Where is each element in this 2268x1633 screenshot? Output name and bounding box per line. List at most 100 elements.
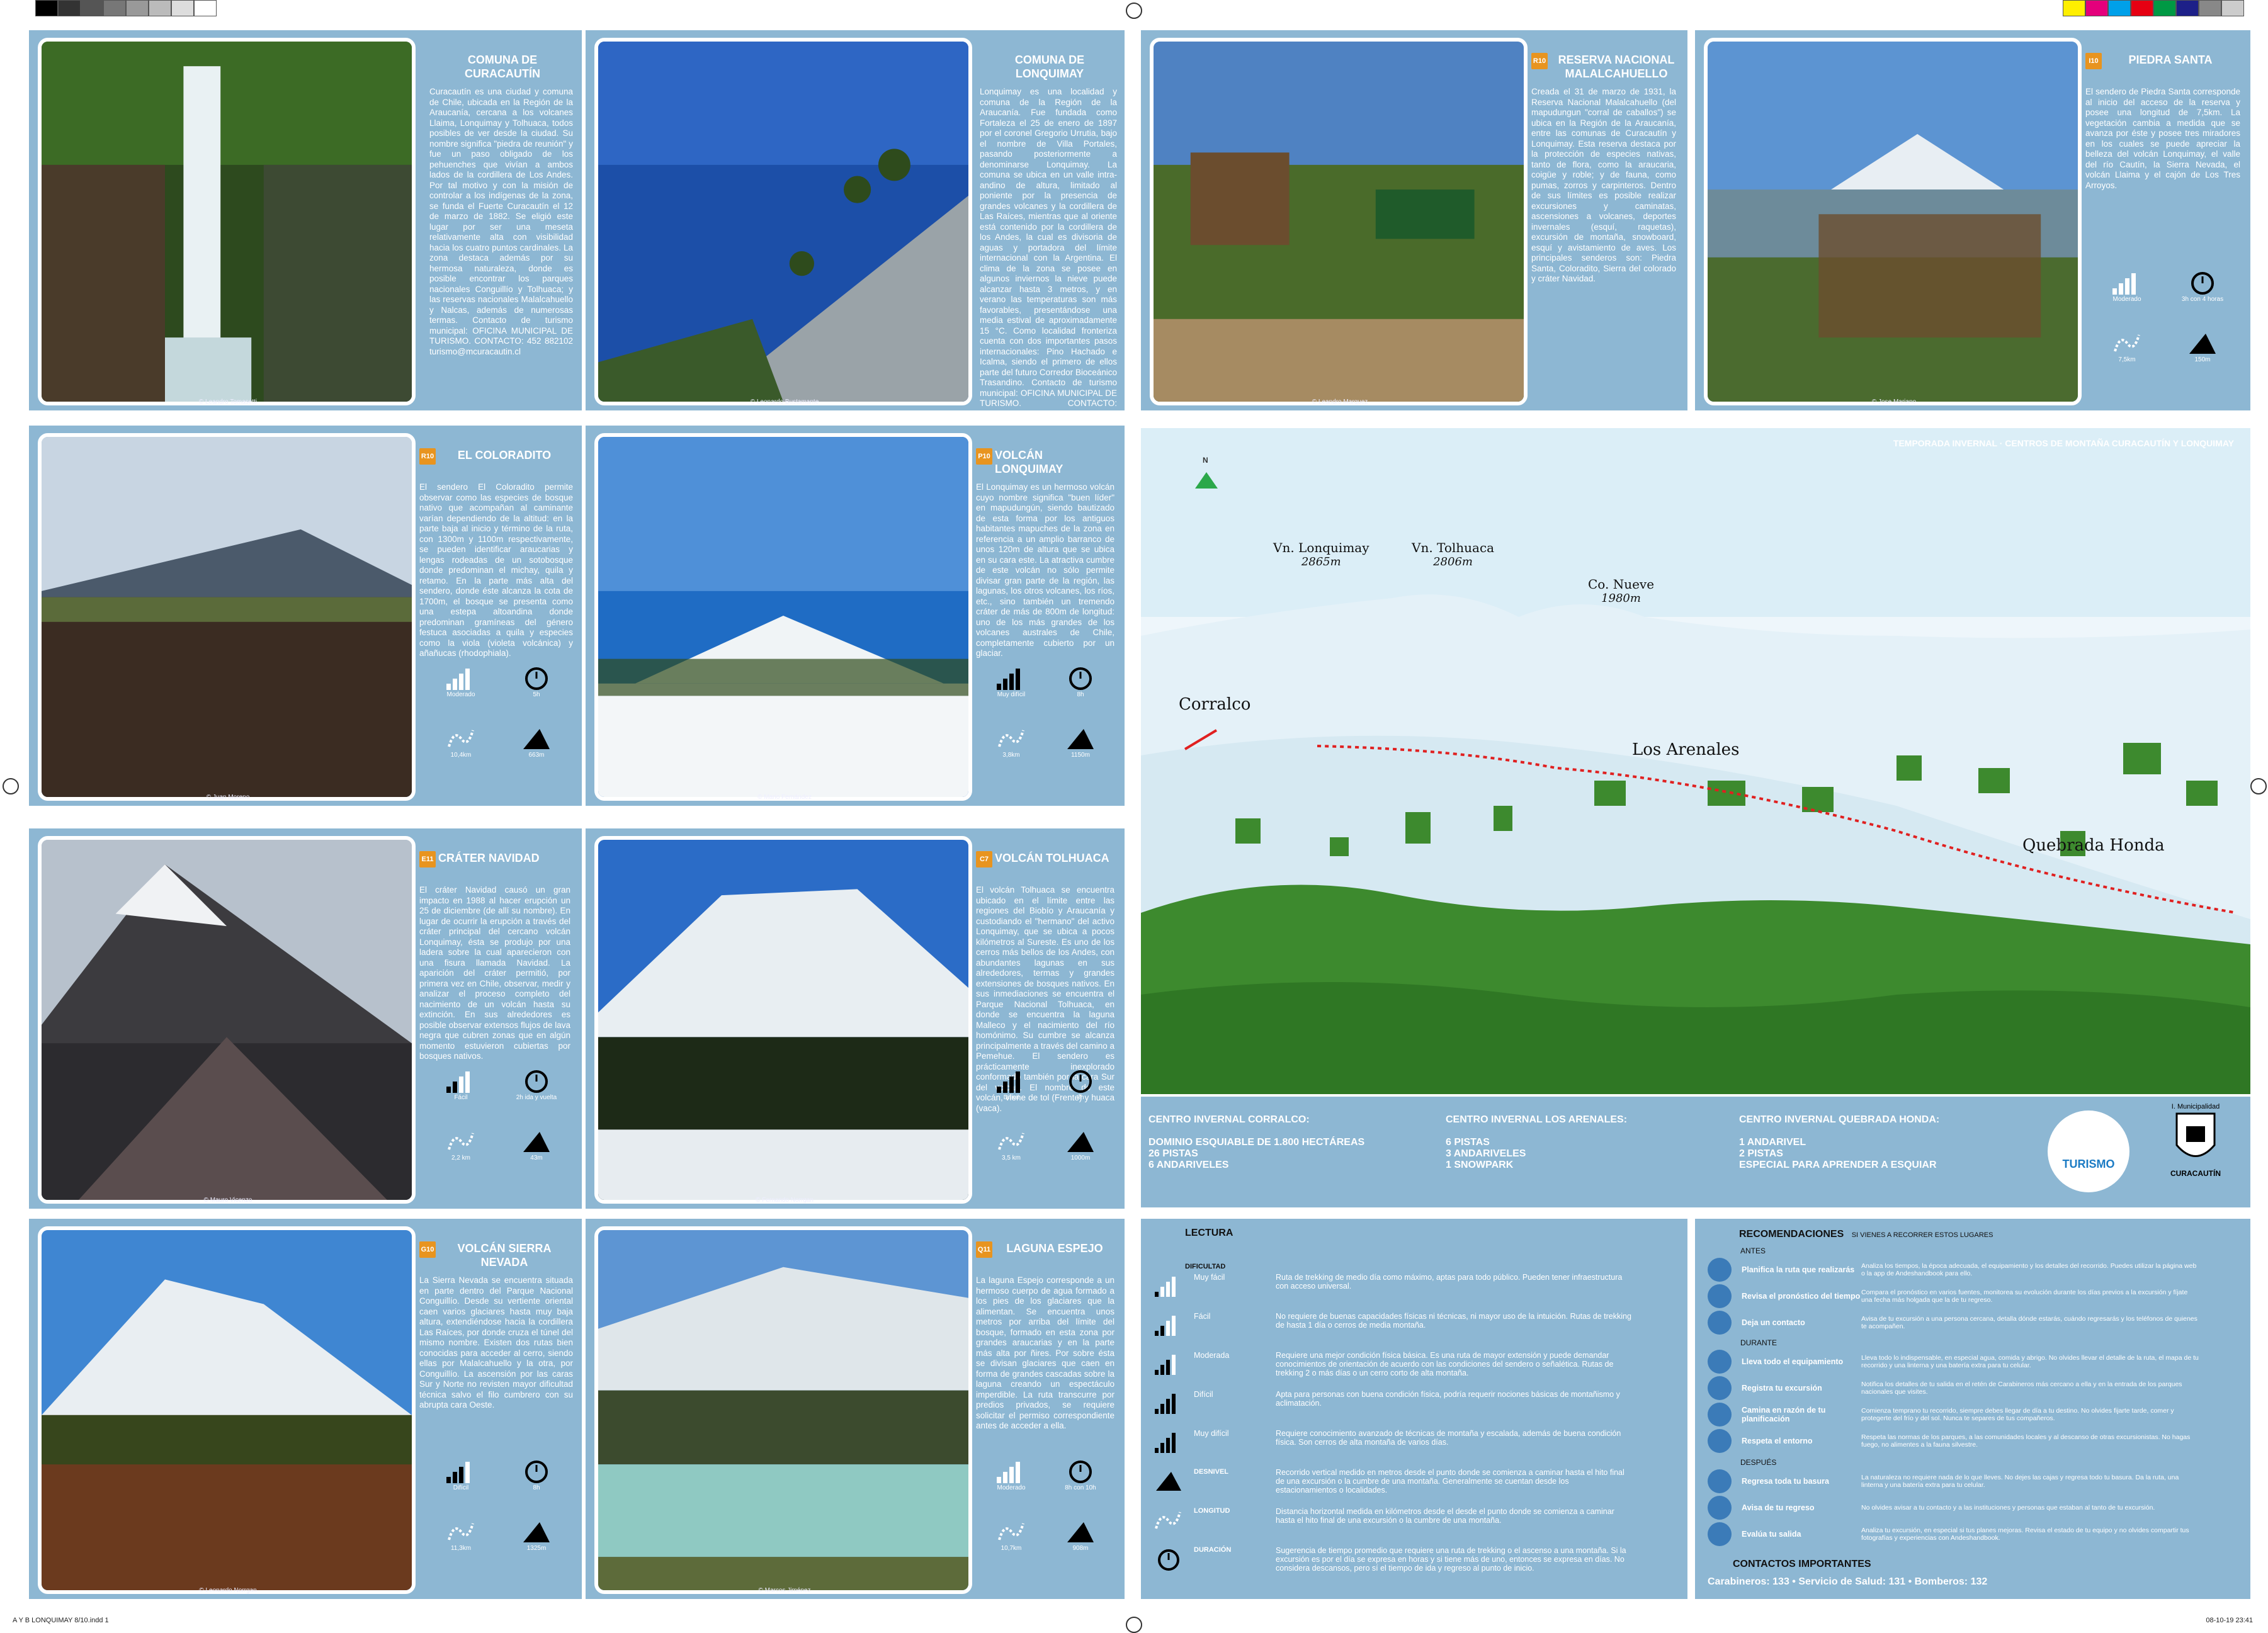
trash-icon bbox=[1708, 1469, 1732, 1493]
leaf-icon bbox=[1708, 1429, 1732, 1453]
distance-stat: 7,5km bbox=[2095, 329, 2158, 363]
checklist-icon bbox=[1708, 1522, 1732, 1546]
difficulty-stat: Difícil bbox=[429, 1457, 492, 1491]
mountain-icon bbox=[2189, 334, 2216, 354]
recommendation-item: Respeta el entorno Respeta las normas de … bbox=[1708, 1429, 2199, 1453]
elevation-stat: 663m bbox=[505, 724, 568, 759]
araucaria-photo bbox=[594, 38, 972, 405]
difficulty-bars-icon bbox=[446, 669, 470, 690]
panel-title: CRÁTER NAVIDAD bbox=[438, 852, 540, 864]
route-icon bbox=[1155, 1512, 1181, 1529]
phone-icon bbox=[1708, 1496, 1732, 1520]
time-stat: 2h ida y vuelta bbox=[505, 1066, 568, 1101]
panel-title: COMUNA DE CURACAUTÍN bbox=[465, 54, 540, 80]
panel-title: PIEDRA SANTA bbox=[2128, 54, 2213, 66]
photo-credit: © Leandro Marquez bbox=[1312, 398, 1368, 405]
panel-body: El sendero de Piedra Santa corresponde a… bbox=[2085, 87, 2240, 190]
time-stat: 3h con 4 horas bbox=[2171, 268, 2234, 303]
mountain-icon bbox=[1067, 1132, 1094, 1152]
panel-tolhuaca: © Fernando Norrgan C7 VOLCÁN TOLHUACA El… bbox=[586, 828, 1125, 1209]
hiker-icon bbox=[1708, 1403, 1732, 1427]
print-footer-left: A Y B LONQUIMAY 8/10.indd 1 bbox=[13, 1617, 109, 1624]
reserve-entrance-photo bbox=[1150, 38, 1528, 405]
lectura-row: LONGITUD Distancia horizontal medida en … bbox=[1154, 1507, 1632, 1546]
lectura-row: Muy fácil Ruta de trekking de medio día … bbox=[1154, 1273, 1632, 1312]
photo-credit: © Leonardo Norrgan bbox=[199, 1587, 257, 1594]
difficulty-bars-icon bbox=[446, 1462, 470, 1483]
difficulty-stat: Fácil bbox=[429, 1066, 492, 1101]
peak-label: Co. Nueve 1980m bbox=[1588, 577, 1655, 605]
route-icon bbox=[998, 730, 1024, 747]
place-label-quebrada-honda: Quebrada Honda bbox=[2022, 836, 2165, 855]
recommendation-item: Camina en razón de tu planificación Comie… bbox=[1708, 1403, 2199, 1427]
panel-title: EL COLORADITO bbox=[457, 449, 552, 461]
recommendation-item: Lleva todo el equipamiento Lleva todo lo … bbox=[1708, 1350, 2199, 1374]
recommendation-item: Registra tu excursión Notifica los detall… bbox=[1708, 1376, 2199, 1400]
north-arrow-label: N bbox=[1203, 456, 1208, 465]
recommendation-item: Evalúa tu salida Analiza tu excursión, en… bbox=[1708, 1522, 2199, 1546]
mountain-icon bbox=[523, 729, 550, 749]
route-icon bbox=[998, 1133, 1024, 1150]
center-corralco: CENTRO INVERNAL CORRALCO: DOMINIO ESQUIA… bbox=[1148, 1114, 1365, 1170]
difficulty-stat: Moderado bbox=[2095, 268, 2158, 303]
distance-stat: 3,5 km bbox=[980, 1127, 1043, 1161]
photo-credit: © Juan Moreno bbox=[206, 794, 250, 801]
difficulty-bars-icon bbox=[997, 1071, 1020, 1093]
difficulty-stat: Moderado bbox=[429, 664, 492, 698]
stopwatch-icon bbox=[525, 1461, 548, 1483]
contactos-title: CONTACTOS IMPORTANTES bbox=[1733, 1559, 1871, 1569]
elevation-stat: 1000m bbox=[1049, 1127, 1112, 1161]
route-icon bbox=[448, 1523, 474, 1540]
lectura-row: Fácil No requiere de buenas capacidades … bbox=[1154, 1312, 1632, 1351]
panel-title: LAGUNA ESPEJO bbox=[1006, 1242, 1103, 1255]
trail-code-badge: C7 bbox=[976, 851, 992, 867]
route-icon bbox=[448, 730, 474, 747]
panel-body: Lonquimay es una localidad y comuna de l… bbox=[980, 87, 1117, 419]
trail-code-badge: R10 bbox=[1531, 53, 1548, 69]
waterfall-photo bbox=[38, 38, 416, 405]
recommendation-item: Planifica la ruta que realizarás Analiza … bbox=[1708, 1258, 2199, 1282]
time-stat: 8h bbox=[1049, 1066, 1112, 1101]
panel-body: El cráter Navidad causó un gran impacto … bbox=[419, 885, 570, 1061]
difficulty-bars-icon bbox=[1155, 1433, 1176, 1453]
place-label-los-arenales: Los Arenales bbox=[1632, 740, 1740, 759]
route-icon bbox=[448, 1133, 474, 1150]
panel-volcan-lonquimay: © Mario Fernández P10 VOLCÁN LONQUIMAY E… bbox=[586, 426, 1125, 806]
register-icon bbox=[1708, 1376, 1732, 1400]
panel-title: VOLCÁN TOLHUACA bbox=[995, 852, 1109, 864]
stopwatch-icon bbox=[525, 1070, 548, 1093]
lectura-row: DESNIVEL Recorrido vertical medido en me… bbox=[1154, 1468, 1632, 1507]
photo-credit: © Leonardo Bustamante bbox=[750, 398, 819, 405]
difficulty-bars-icon bbox=[997, 669, 1020, 690]
trail-stats: Moderado 8h con 10h 10,7km 908m bbox=[980, 1457, 1125, 1583]
difficulty-stat: Moderado bbox=[980, 1457, 1043, 1491]
registration-mark bbox=[2250, 778, 2267, 794]
route-icon bbox=[998, 1523, 1024, 1540]
durante-label: DURANTE bbox=[1740, 1338, 1778, 1347]
lectura-row: DURACIÓN Sugerencia de tiempo promedio q… bbox=[1154, 1546, 1632, 1585]
mountain-icon bbox=[1067, 729, 1094, 749]
panel-curacautin: © Leandro Tomasetti COMUNA DE CURACAUTÍN… bbox=[29, 30, 582, 410]
recomendaciones-header: RECOMENDACIONES SI VIENES A RECORRER EST… bbox=[1739, 1229, 1993, 1240]
time-stat: 8h bbox=[1049, 664, 1112, 698]
despues-label: DESPUÉS bbox=[1740, 1458, 1777, 1467]
recommendation-item: Avisa de tu regreso No olvides avisar a t… bbox=[1708, 1496, 2199, 1520]
viewpoint-photo bbox=[1704, 38, 2082, 405]
contactos-list: Carabineros: 133 • Servicio de Salud: 13… bbox=[1708, 1576, 1988, 1587]
antes-label: ANTES bbox=[1740, 1246, 1766, 1255]
panel-title: RESERVA NACIONAL MALALCAHUELLO bbox=[1558, 54, 1675, 80]
tolhuaca-photo bbox=[594, 836, 972, 1204]
stopwatch-icon bbox=[2191, 272, 2214, 295]
distance-stat: 2,2 km bbox=[429, 1127, 492, 1161]
panel-malalcahuello: © Leandro Marquez R10 RESERVA NACIONAL M… bbox=[1141, 30, 1687, 410]
stopwatch-icon bbox=[1158, 1549, 1179, 1571]
panel-body: El Lonquimay es un hermoso volcán cuyo n… bbox=[976, 482, 1114, 658]
contact-icon bbox=[1708, 1311, 1732, 1335]
trail-code-badge: R10 bbox=[419, 448, 436, 465]
elevation-stat: 43m bbox=[505, 1127, 568, 1161]
steppe-photo bbox=[38, 433, 416, 801]
print-footer-right: 08-10-19 23:41 bbox=[2206, 1617, 2253, 1624]
recomendaciones-panel: RECOMENDACIONES SI VIENES A RECORRER EST… bbox=[1695, 1219, 2250, 1599]
winter-map: TEMPORADA INVERNAL · CENTROS DE MONTAÑA … bbox=[1141, 428, 2250, 1094]
lectura-panel: LECTURA DIFICULTAD Muy fácil Ruta de tre… bbox=[1141, 1219, 1687, 1599]
